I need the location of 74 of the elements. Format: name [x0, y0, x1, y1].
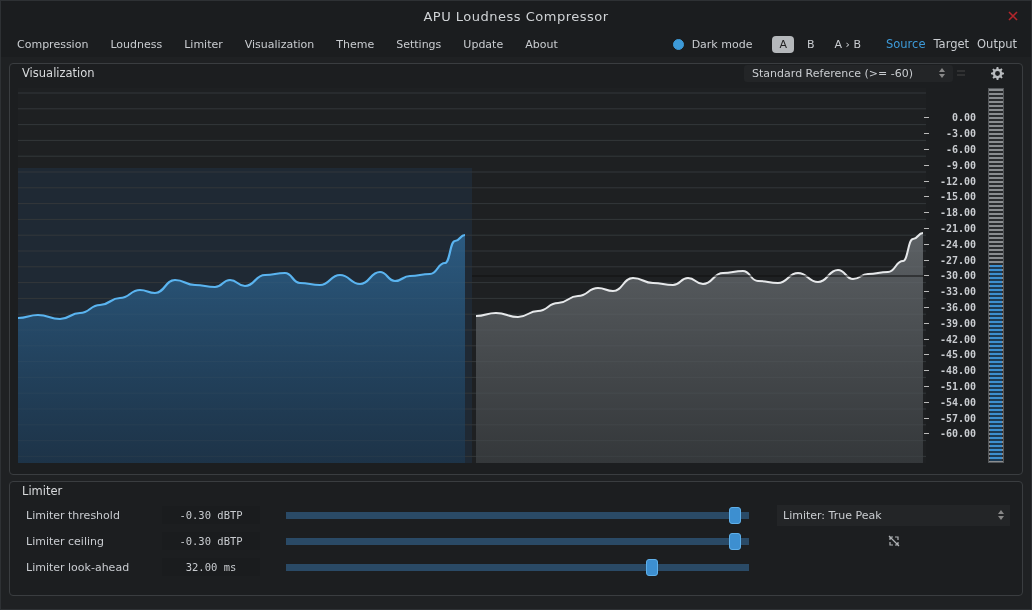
spinner-arrows-icon: [939, 68, 945, 78]
scale-label: -12.00: [939, 175, 976, 187]
scale-label: -21.00: [939, 223, 976, 235]
scale-label: -30.00: [939, 270, 976, 282]
limiter-mode-dropdown[interactable]: Limiter: True Peak: [777, 504, 1010, 526]
compare-button[interactable]: A: [772, 35, 794, 53]
settings-icon[interactable]: [991, 66, 1004, 80]
tick-mark: [924, 149, 929, 151]
scale-label: -57.00: [939, 412, 976, 424]
scale-label: -6.00: [945, 144, 976, 156]
tick-mark: [924, 117, 929, 119]
view-tab[interactable]: Source: [881, 37, 930, 51]
tick-mark: [924, 164, 929, 166]
tick-mark: [924, 322, 929, 324]
tick-mark: [924, 401, 929, 403]
window-title: APU Loudness Compressor: [423, 8, 609, 24]
tick-mark: [924, 370, 929, 372]
view-tab[interactable]: Target: [929, 37, 974, 51]
group-title: Visualization: [22, 66, 95, 80]
tick-mark: [924, 133, 929, 135]
scale-label: -48.00: [939, 365, 976, 377]
tick-mark: [924, 180, 929, 182]
scale-label: -39.00: [939, 317, 976, 329]
slider-thumb[interactable]: [729, 506, 742, 524]
slider-thumb[interactable]: [645, 558, 658, 576]
tick-mark: [924, 243, 929, 245]
tick-mark: [924, 307, 929, 309]
menu-item[interactable]: About: [519, 37, 564, 51]
compare-button[interactable]: A › B: [827, 35, 868, 53]
menu-item[interactable]: Settings: [390, 37, 448, 51]
menu-item[interactable]: Limiter: [178, 37, 229, 51]
scale-label: -42.00: [939, 333, 976, 345]
control-label: Limiter look-ahead: [26, 560, 131, 574]
scale-label: -54.00: [939, 396, 976, 408]
tick-mark: [924, 275, 929, 277]
scale-label: -51.00: [939, 381, 976, 393]
spinner-arrows-icon: [998, 510, 1004, 520]
scale-label: -45.00: [939, 349, 976, 361]
dark-mode-radio[interactable]: [672, 38, 684, 50]
menu-item[interactable]: Visualization: [238, 37, 321, 51]
scale-label: -18.00: [939, 207, 976, 219]
scale-label: -24.00: [939, 238, 976, 250]
menu-item[interactable]: Theme: [330, 37, 381, 51]
tick-mark: [924, 433, 929, 435]
slider-thumb[interactable]: [729, 532, 742, 550]
scale-label: -36.00: [939, 302, 976, 314]
tick-mark: [924, 386, 929, 388]
menu-item[interactable]: Loudness: [104, 37, 169, 51]
tick-mark: [924, 338, 929, 340]
scale-label: 0.00: [951, 112, 976, 124]
tick-mark: [924, 291, 929, 293]
tick-mark: [924, 354, 929, 356]
scale-label: -27.00: [939, 254, 976, 266]
view-tab[interactable]: Output: [973, 37, 1021, 51]
scale-label: -3.00: [945, 128, 976, 140]
tick-mark: [924, 212, 929, 214]
tick-mark: [924, 417, 929, 419]
dark-mode-label: Dark mode: [691, 37, 753, 51]
reference-dropdown[interactable]: Standard Reference (>= -60): [744, 64, 953, 82]
tick-mark: [924, 196, 929, 198]
broken-link-icon[interactable]: [887, 535, 900, 547]
menu-item[interactable]: Update: [457, 37, 510, 51]
tick-mark: [924, 259, 929, 261]
scale-label: -33.00: [939, 286, 976, 298]
close-icon[interactable]: [1007, 10, 1019, 22]
compare-button[interactable]: B: [799, 35, 822, 53]
scale-label: -9.00: [945, 159, 976, 171]
control-label: Limiter ceiling: [26, 534, 105, 548]
group-title: Limiter: [22, 484, 63, 498]
tick-mark: [924, 228, 929, 230]
menu-item[interactable]: Compression: [11, 37, 95, 51]
scale-label: -60.00: [939, 428, 976, 440]
scale-label: -15.00: [939, 191, 976, 203]
control-label: Limiter threshold: [26, 508, 121, 522]
